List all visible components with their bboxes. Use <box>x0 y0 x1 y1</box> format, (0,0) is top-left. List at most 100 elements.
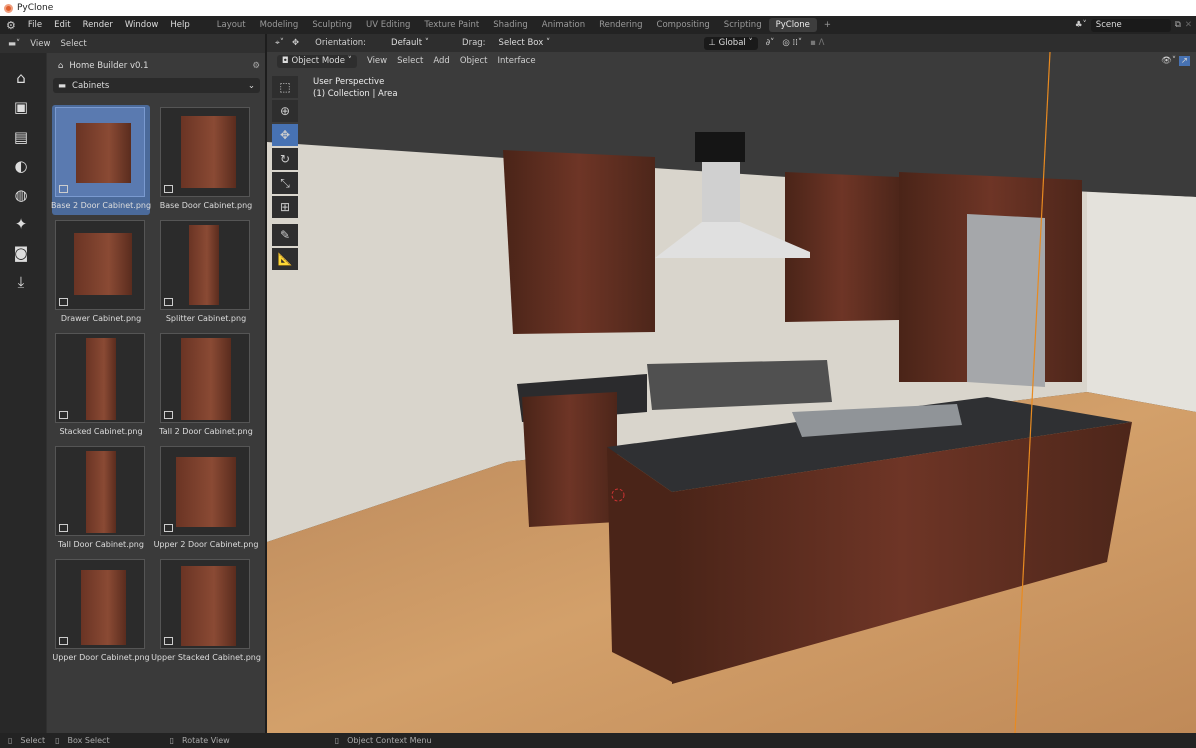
library-title: ⌂ Home Builder v0.1 ⚙ <box>53 58 260 73</box>
asset-label: Tall 2 Door Cabinet.png <box>159 427 253 436</box>
viewport-tool-header: ⌖˅ ✥ Orientation: Default ˅ Drag: Select… <box>267 34 1196 52</box>
menu-window[interactable]: Window <box>119 20 165 30</box>
asset-thumbnail[interactable]: Tall 2 Door Cabinet.png <box>157 331 255 441</box>
3d-viewport[interactable] <box>267 52 1196 733</box>
move-gizmo-icon[interactable]: ✥ <box>292 38 299 48</box>
measure-tool-icon[interactable]: 📐 <box>272 248 298 270</box>
cabinet-preview <box>74 233 132 295</box>
home-icon[interactable]: ⌂ <box>10 67 32 89</box>
status-bar: ▯ Select ▯ Box Select ▯ Rotate View ▯ Ob… <box>0 733 1196 748</box>
asset-thumbnail[interactable]: Drawer Cabinet.png <box>52 218 150 328</box>
snap-icon[interactable]: ∂˅ <box>766 38 775 48</box>
transform-orientation-dropdown[interactable]: ⊥ Global ˅ <box>703 36 758 50</box>
cabinet-preview <box>86 338 116 420</box>
menu-render[interactable]: Render <box>77 20 119 30</box>
mouse-drag-icon: ▯ <box>55 736 60 745</box>
mouse-left-icon: ▯ <box>8 736 13 745</box>
status-rotate: Rotate View <box>182 736 230 745</box>
tab-pyclone[interactable]: PyClone <box>768 18 817 32</box>
move-tool-icon[interactable]: ✥ <box>272 124 298 146</box>
viewport-menu-interface[interactable]: Interface <box>498 56 536 66</box>
thumbnail-image <box>55 333 145 423</box>
cabinet-preview <box>81 570 126 645</box>
scale-tool-icon[interactable]: ⤡ <box>272 172 298 194</box>
archive-icon[interactable]: ▤ <box>10 126 32 148</box>
world-icon[interactable]: ◍ <box>10 184 32 206</box>
viewport-menu-object[interactable]: Object <box>460 56 488 66</box>
thumbnail-image <box>55 446 145 536</box>
gizmo-toggle-icon[interactable]: ↗ <box>1178 56 1190 66</box>
tab-layout[interactable]: Layout <box>210 18 253 32</box>
tab-rendering[interactable]: Rendering <box>592 18 649 32</box>
tab-compositing[interactable]: Compositing <box>650 18 717 32</box>
add-workspace-button[interactable]: + <box>817 18 838 32</box>
asset-thumbnail[interactable]: Base 2 Door Cabinet.png <box>51 105 151 215</box>
category-dropdown[interactable]: ▬ Cabinets ⌄ <box>53 78 260 93</box>
asset-thumbnail[interactable]: Tall Door Cabinet.png <box>52 444 150 554</box>
menu-edit[interactable]: Edit <box>48 20 76 30</box>
title-bar: PyClone <box>0 0 1196 16</box>
scene-icon[interactable]: ♣˅ <box>1075 20 1087 30</box>
select-menu[interactable]: Select <box>60 39 86 49</box>
asset-thumbnail[interactable]: Splitter Cabinet.png <box>157 218 255 328</box>
range <box>647 360 832 410</box>
select-box-tool-icon[interactable]: ⬚ <box>272 76 298 98</box>
asset-thumbnail[interactable]: Upper Door Cabinet.png <box>52 557 150 667</box>
library-title-text: Home Builder v0.1 <box>69 60 149 71</box>
cursor-tool-icon[interactable]: ⊕ <box>272 100 298 122</box>
annotate-tool-icon[interactable]: ✎ <box>272 224 298 246</box>
viewport-menu-select[interactable]: Select <box>397 56 423 66</box>
image-icon <box>164 411 173 419</box>
image-icon <box>59 524 68 532</box>
mode-dropdown[interactable]: ◘ Object Mode ˅ <box>277 54 357 68</box>
visibility-icon[interactable]: 👁˅ ↗ <box>1161 56 1190 66</box>
orientation-dropdown[interactable]: Default ˅ <box>386 36 455 50</box>
tab-texture-paint[interactable]: Texture Paint <box>417 18 486 32</box>
toolbar: ⬚ ⊕ ✥ ↻ ⤡ ⊞ ✎ 📐 <box>272 76 300 272</box>
top-bar: ⚙ File Edit Render Window Help Layout Mo… <box>0 16 1196 34</box>
editor-type-icon[interactable]: ▬˅ <box>8 39 20 49</box>
magic-wand-icon[interactable]: ✦ <box>10 213 32 235</box>
menu-file[interactable]: File <box>22 20 48 30</box>
tab-animation[interactable]: Animation <box>535 18 592 32</box>
asset-label: Base Door Cabinet.png <box>159 201 253 210</box>
window-title: PyClone <box>17 3 54 13</box>
object-icon[interactable]: ▣ <box>10 96 32 118</box>
scene-selector[interactable]: ♣˅ Scene ⧉ ✕ <box>1075 17 1196 33</box>
upper-cabinet-left <box>503 150 655 334</box>
menu-help[interactable]: Help <box>164 20 195 30</box>
tab-uv-editing[interactable]: UV Editing <box>359 18 417 32</box>
material-icon[interactable]: ◐ <box>10 155 32 177</box>
rotate-tool-icon[interactable]: ↻ <box>272 148 298 170</box>
proportional-edit-icon[interactable]: ◎ ⁞⁞˅ <box>782 38 802 48</box>
transform-tool-icon[interactable]: ⊞ <box>272 196 298 218</box>
drag-dropdown[interactable]: Select Box ˅ <box>493 36 556 50</box>
asset-label: Upper Stacked Cabinet.png <box>151 653 261 662</box>
falloff-icon[interactable]: ▪ Λ <box>810 38 824 48</box>
asset-label: Tall Door Cabinet.png <box>58 540 144 549</box>
viewport-menu-view[interactable]: View <box>367 56 387 66</box>
settings-icon[interactable]: ⚙ <box>252 61 260 71</box>
copy-scene-icon[interactable]: ⧉ <box>1175 20 1181 30</box>
viewport-menu-add[interactable]: Add <box>433 56 449 66</box>
tab-scripting[interactable]: Scripting <box>717 18 769 32</box>
asset-thumbnail[interactable]: Upper 2 Door Cabinet.png <box>154 444 258 554</box>
asset-thumbnail[interactable]: Base Door Cabinet.png <box>157 105 255 215</box>
asset-label: Upper 2 Door Cabinet.png <box>153 540 259 549</box>
cabinet-preview <box>76 123 131 183</box>
blender-logo-icon[interactable]: ⚙ <box>0 19 22 32</box>
tab-shading[interactable]: Shading <box>486 18 535 32</box>
transform-pivot-icon[interactable]: ⌖˅ <box>275 38 284 48</box>
mouse-right-icon: ▯ <box>334 736 340 745</box>
close-scene-icon[interactable]: ✕ <box>1185 20 1196 30</box>
camera-icon[interactable]: ◙ <box>10 242 32 264</box>
tab-modeling[interactable]: Modeling <box>253 18 306 32</box>
asset-thumbnail[interactable]: Stacked Cabinet.png <box>52 331 150 441</box>
asset-thumbnail[interactable]: Upper Stacked Cabinet.png <box>151 557 261 667</box>
tab-sculpting[interactable]: Sculpting <box>305 18 359 32</box>
view-menu[interactable]: View <box>30 39 50 49</box>
asset-label: Upper Door Cabinet.png <box>52 653 150 662</box>
download-icon[interactable]: ⤓ <box>10 271 32 293</box>
scene-name-field[interactable]: Scene <box>1090 18 1171 32</box>
collection-label: (1) Collection | Area <box>313 89 398 99</box>
